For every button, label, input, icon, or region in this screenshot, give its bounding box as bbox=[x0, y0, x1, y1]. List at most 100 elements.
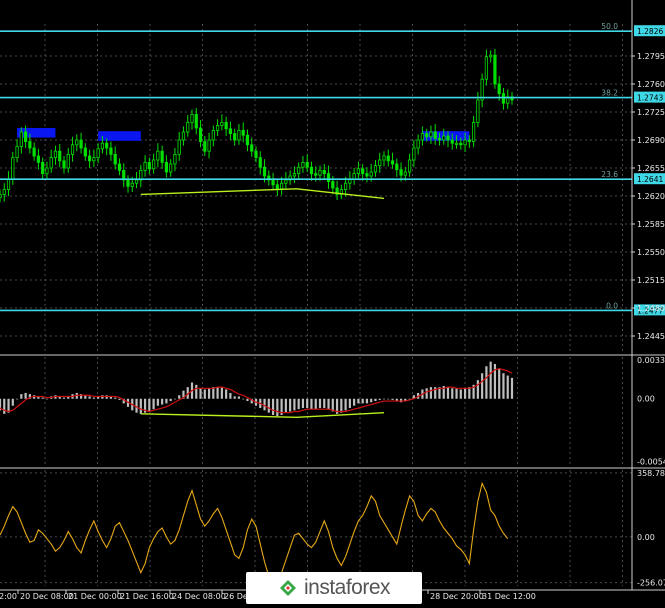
candle-body bbox=[164, 161, 168, 173]
candle-body bbox=[75, 139, 79, 146]
candle-body bbox=[254, 150, 258, 158]
candle-body bbox=[382, 155, 386, 161]
candle-body bbox=[177, 139, 181, 155]
macd-bar bbox=[289, 398, 292, 412]
candle-body bbox=[194, 114, 198, 129]
candle-body bbox=[416, 139, 420, 149]
macd-bar bbox=[481, 373, 484, 399]
macd-bar bbox=[510, 377, 514, 399]
candle-body bbox=[429, 131, 433, 138]
y-tick-label: 1.2655 bbox=[637, 164, 665, 173]
x-tick-label: 24 Dec 08:00 bbox=[172, 592, 226, 601]
candle-body bbox=[399, 169, 403, 176]
macd-bar bbox=[152, 398, 155, 410]
candle-body bbox=[326, 173, 331, 183]
supply-zone bbox=[98, 131, 141, 141]
candle-body bbox=[45, 167, 49, 174]
candle-body bbox=[186, 122, 190, 133]
instaforex-watermark: instaforex bbox=[246, 572, 422, 604]
macd-bar bbox=[207, 388, 211, 399]
macd-bar bbox=[118, 398, 121, 400]
candle-body bbox=[446, 135, 450, 141]
candle-body bbox=[109, 147, 113, 155]
candle-body bbox=[173, 153, 177, 165]
fib-level-ratio: 50.0 bbox=[601, 22, 618, 31]
macd-bar bbox=[502, 373, 505, 399]
candle-body bbox=[11, 157, 15, 180]
macd-bar bbox=[41, 397, 44, 399]
candle-body bbox=[28, 141, 32, 149]
candle-body bbox=[147, 161, 151, 170]
macd-bar bbox=[391, 398, 394, 400]
macd-bar bbox=[199, 388, 202, 399]
candle-body bbox=[0, 193, 2, 198]
candle-body bbox=[36, 155, 41, 163]
candle-body bbox=[100, 142, 104, 150]
candle-body bbox=[395, 163, 399, 170]
candle-body bbox=[284, 179, 288, 184]
macd-bar bbox=[62, 397, 66, 399]
candle-body bbox=[96, 148, 100, 159]
macd-bar bbox=[92, 397, 95, 399]
candle-body bbox=[32, 147, 36, 157]
candle-body bbox=[275, 184, 279, 190]
macd-bar bbox=[135, 398, 138, 413]
macd-bar bbox=[216, 387, 219, 399]
macd-bar bbox=[246, 398, 249, 402]
candle-body bbox=[6, 178, 11, 190]
y-tick-label: 1.2795 bbox=[637, 52, 665, 61]
osc-y-tick-label: 0.00 bbox=[637, 533, 655, 542]
macd-bar bbox=[387, 398, 390, 400]
candle-body bbox=[471, 122, 476, 143]
fib-level-tag: 1.2743 bbox=[637, 94, 663, 103]
candle-body bbox=[412, 147, 416, 161]
macd-bar bbox=[220, 387, 223, 399]
candle-body bbox=[113, 153, 117, 165]
macd-y-tick-label: -0.0054 bbox=[637, 457, 665, 466]
macd-bar bbox=[169, 398, 172, 402]
macd-bar bbox=[225, 389, 228, 399]
candle-body bbox=[62, 160, 66, 169]
candle-body bbox=[279, 182, 284, 190]
candle-body bbox=[156, 150, 160, 161]
candle-body bbox=[493, 54, 497, 85]
x-tick-label: 31 Dec 12:00 bbox=[482, 592, 536, 601]
macd-bar bbox=[451, 388, 454, 399]
candle-body bbox=[228, 128, 232, 135]
macd-bar bbox=[229, 392, 232, 399]
fib-level-ratio: 23.6 bbox=[601, 170, 618, 179]
candle-body bbox=[361, 168, 365, 175]
macd-bar bbox=[267, 398, 270, 413]
candle-body bbox=[130, 182, 134, 187]
candle-body bbox=[88, 155, 92, 162]
candle-body bbox=[386, 155, 390, 162]
candle-body bbox=[41, 161, 45, 174]
candle-body bbox=[450, 139, 454, 144]
candle-body bbox=[314, 173, 318, 176]
candle-body bbox=[433, 131, 437, 139]
candle-body bbox=[190, 114, 194, 123]
candle-body bbox=[301, 161, 305, 168]
candle-body bbox=[484, 56, 489, 80]
macd-bar bbox=[489, 361, 492, 399]
candle-body bbox=[489, 54, 493, 58]
candle-body bbox=[134, 179, 139, 184]
candle-body bbox=[343, 182, 348, 190]
macd-bar bbox=[293, 398, 296, 411]
macd-bar bbox=[310, 398, 313, 410]
candle-body bbox=[53, 150, 58, 158]
candle-body bbox=[2, 189, 6, 195]
macd-bar bbox=[455, 388, 458, 399]
candle-body bbox=[23, 131, 28, 143]
candle-body bbox=[373, 165, 378, 173]
macd-bar bbox=[242, 398, 245, 400]
macd-bar bbox=[429, 387, 433, 399]
candle-body bbox=[476, 99, 480, 123]
trading-chart: 50.01.282638.21.274323.61.26410.01.2477 … bbox=[0, 0, 665, 604]
macd-bar bbox=[382, 398, 386, 400]
candle-body bbox=[203, 141, 207, 152]
candle-body bbox=[169, 163, 173, 173]
x-tick-label-clipped: 2:00 bbox=[0, 592, 17, 601]
macd-bar bbox=[318, 398, 322, 409]
macd-bar bbox=[195, 384, 198, 399]
